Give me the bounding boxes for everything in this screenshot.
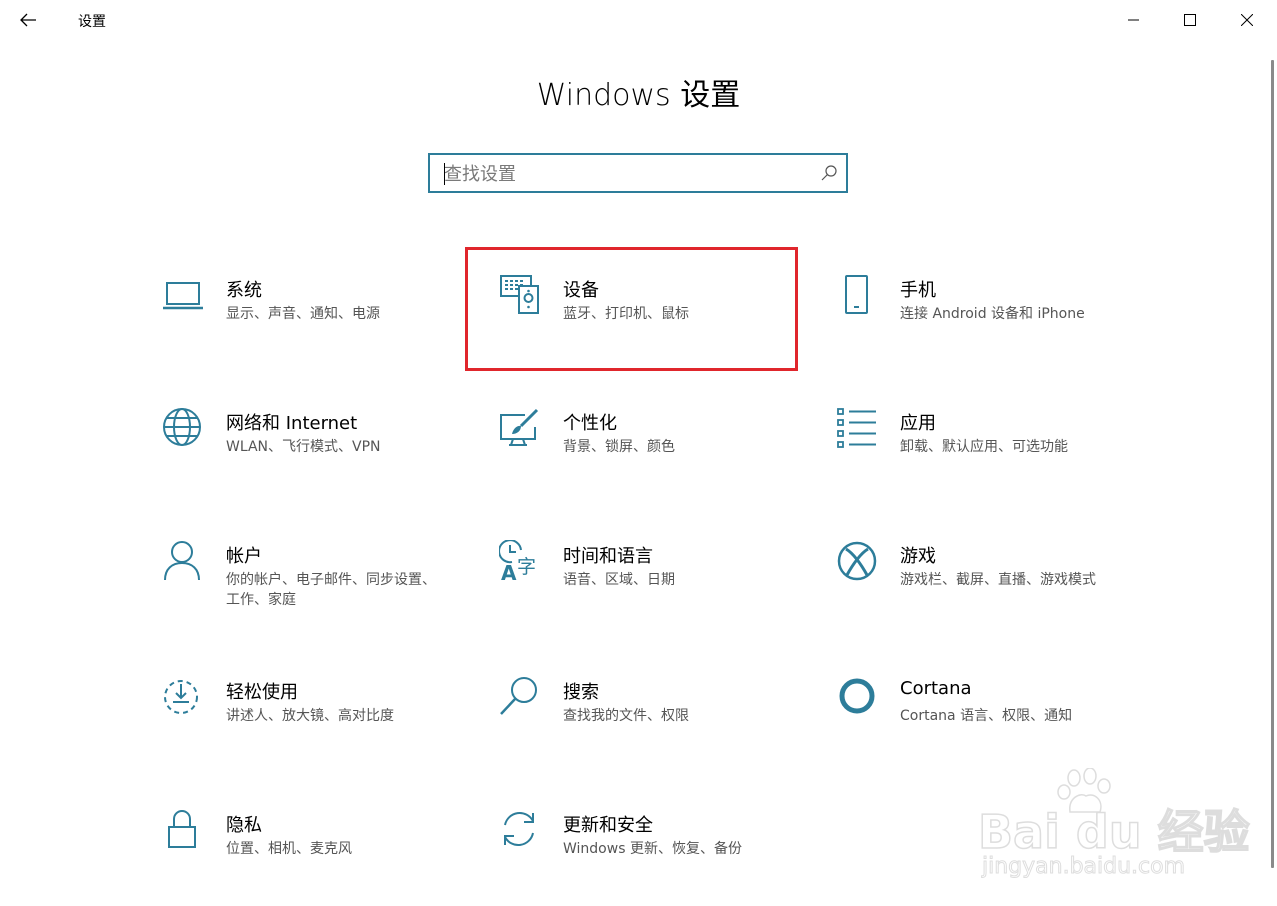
tile-description: 查找我的文件、权限 <box>563 708 689 724</box>
tile-description: 背景、锁屏、颜色 <box>563 439 675 455</box>
tile-description: WLAN、飞行模式、VPN <box>226 439 381 455</box>
xbox-icon <box>837 541 877 581</box>
lock-icon <box>168 810 196 848</box>
minimize-icon <box>1128 19 1139 21</box>
back-button[interactable] <box>10 6 46 34</box>
tile-search[interactable]: 搜索 查找我的文件、权限 <box>499 676 799 786</box>
tile-name: 搜索 <box>563 682 599 703</box>
tile-name: Cortana <box>900 678 972 699</box>
refresh-icon <box>504 811 534 847</box>
title-bar: 设置 <box>0 0 1277 40</box>
cortana-icon <box>839 678 875 714</box>
personalization-icon <box>500 408 539 446</box>
tile-description: 连接 Android 设备和 iPhone <box>900 306 1085 322</box>
tile-description: 卸载、默认应用、可选功能 <box>900 439 1068 455</box>
tile-description: 你的帐户、电子邮件、同步设置、工作、家庭 <box>226 572 436 608</box>
tile-name: 游戏 <box>900 546 936 567</box>
svg-text:字: 字 <box>517 556 536 578</box>
tile-description: Cortana 语言、权限、通知 <box>900 708 1073 724</box>
tile-update-security[interactable]: 更新和安全 Windows 更新、恢复、备份 <box>499 809 799 906</box>
globe-icon <box>163 408 201 446</box>
back-arrow-icon <box>20 13 36 27</box>
tile-description: 游戏栏、截屏、直播、游戏模式 <box>900 572 1096 588</box>
search-icon[interactable] <box>820 164 838 182</box>
tile-network[interactable]: 网络和 Internet WLAN、飞行模式、VPN <box>162 407 462 517</box>
window-title: 设置 <box>78 14 106 30</box>
tile-description: 位置、相机、麦克风 <box>226 841 352 857</box>
tile-name: 时间和语言 <box>563 546 653 567</box>
tile-name: 系统 <box>226 280 262 301</box>
tile-apps[interactable]: 应用 卸载、默认应用、可选功能 <box>836 407 1136 517</box>
tile-gaming[interactable]: 游戏 游戏栏、截屏、直播、游戏模式 <box>836 540 1136 650</box>
person-icon <box>164 541 200 581</box>
page-title: Windows 设置 <box>536 78 741 113</box>
tile-ease-of-access[interactable]: 轻松使用 讲述人、放大镜、高对比度 <box>162 676 462 786</box>
tile-description: Windows 更新、恢复、备份 <box>563 841 742 857</box>
tile-privacy[interactable]: 隐私 位置、相机、麦克风 <box>162 809 462 906</box>
tile-description: 语音、区域、日期 <box>563 572 675 588</box>
tile-time-language[interactable]: A 字 时间和语言 语音、区域、日期 <box>499 540 799 650</box>
phone-icon <box>845 275 868 314</box>
tile-phone[interactable]: 手机 连接 Android 设备和 iPhone <box>836 274 1136 384</box>
tile-accounts[interactable]: 帐户 你的帐户、电子邮件、同步设置、工作、家庭 <box>162 540 462 650</box>
laptop-icon <box>163 282 203 310</box>
maximize-icon <box>1184 14 1196 26</box>
time-language-icon: A 字 <box>499 540 536 584</box>
tile-system[interactable]: 系统 显示、声音、通知、电源 <box>162 274 462 384</box>
close-button[interactable] <box>1224 4 1270 36</box>
tile-name: 网络和 Internet <box>226 413 358 434</box>
tile-personalization[interactable]: 个性化 背景、锁屏、颜色 <box>499 407 799 517</box>
close-icon <box>1241 14 1253 26</box>
maximize-button[interactable] <box>1167 4 1213 36</box>
highlight-box <box>465 247 798 371</box>
watermark-logo-text: Bai du 经验 <box>977 804 1250 860</box>
tile-name: 隐私 <box>226 815 262 836</box>
tile-name: 轻松使用 <box>226 682 298 703</box>
ease-of-access-icon <box>164 680 198 714</box>
tile-name: 更新和安全 <box>563 815 653 836</box>
tile-name: 个性化 <box>563 413 617 434</box>
tile-description: 显示、声音、通知、电源 <box>226 306 380 322</box>
tile-description: 讲述人、放大镜、高对比度 <box>226 708 394 724</box>
apps-list-icon <box>837 408 876 448</box>
scrollbar[interactable] <box>1271 60 1274 868</box>
watermark-url: jingyan.baidu.com <box>981 854 1186 880</box>
text-caret <box>444 163 445 185</box>
tile-name: 帐户 <box>226 546 262 567</box>
search-box[interactable] <box>428 153 848 193</box>
tile-name: 手机 <box>900 280 936 301</box>
svg-text:A: A <box>501 561 517 584</box>
search-input[interactable] <box>444 163 804 185</box>
watermark: Bai du 经验 jingyan.baidu.com <box>977 768 1250 888</box>
tile-name: 应用 <box>900 413 936 434</box>
minimize-button[interactable] <box>1111 4 1157 36</box>
search-magnifier-icon <box>500 677 537 715</box>
